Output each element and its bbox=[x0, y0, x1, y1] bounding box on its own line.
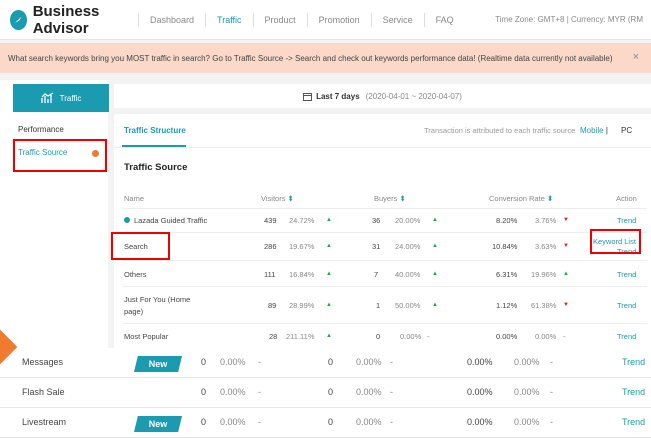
trend-link[interactable]: Trend bbox=[617, 332, 636, 341]
timezone-currency: Time Zone: GMT+8 | Currency: MYR (RM bbox=[495, 15, 643, 24]
trend-link[interactable]: Trend bbox=[617, 301, 636, 310]
nav-service[interactable]: Service bbox=[372, 0, 424, 40]
mobile-toggle[interactable]: Mobile | bbox=[580, 126, 608, 135]
zoomed-rows-overlay: Messages New 0 0.00% - 0 0.00% - 0.00% 0… bbox=[0, 348, 651, 438]
date-range: (2020-04-01 ~ 2020-04-07) bbox=[365, 91, 462, 101]
trend-link[interactable]: Trend bbox=[617, 216, 636, 225]
calendar-icon bbox=[303, 92, 313, 101]
trend-link[interactable]: Trend bbox=[622, 387, 645, 397]
row-name: Lazada Guided Traffic bbox=[134, 216, 208, 225]
tab-traffic-structure[interactable]: Traffic Structure bbox=[124, 126, 186, 135]
up-arrow-icon: ▲ bbox=[563, 271, 569, 277]
up-arrow-icon: ▲ bbox=[326, 333, 332, 339]
sidebar-header: Traffic bbox=[13, 84, 109, 112]
up-arrow-icon: ▲ bbox=[326, 302, 332, 308]
down-arrow-icon: ▼ bbox=[563, 302, 569, 308]
nav-product[interactable]: Product bbox=[254, 0, 307, 40]
new-badge: New bbox=[134, 416, 182, 432]
header-conversion-rate[interactable]: Conversion Rate ⬍ bbox=[489, 194, 553, 203]
row-name: Most Popular bbox=[124, 332, 169, 341]
table-row: Livestream New 0 0.00% - 0 0.00% - 0.00%… bbox=[0, 408, 651, 438]
main-nav: Dashboard Traffic Product Promotion Serv… bbox=[138, 0, 465, 40]
pc-toggle[interactable]: PC bbox=[621, 126, 632, 135]
row-name: Just For You (Home bbox=[124, 295, 191, 304]
up-arrow-icon: ▲ bbox=[326, 271, 332, 277]
nav-dashboard[interactable]: Dashboard bbox=[139, 0, 205, 40]
close-icon[interactable]: × bbox=[633, 51, 639, 63]
sidebar-title: Traffic bbox=[59, 93, 82, 103]
header-visitors[interactable]: Visitors ⬍ bbox=[261, 194, 294, 203]
sort-icon: ⬍ bbox=[546, 194, 554, 203]
down-arrow-icon: ▼ bbox=[563, 217, 569, 223]
trend-link[interactable]: Trend bbox=[622, 357, 645, 367]
sort-icon: ⬍ bbox=[287, 194, 294, 203]
highlight-box-keyword-list bbox=[590, 229, 641, 254]
header-buyers[interactable]: Buyers ⬍ bbox=[374, 194, 406, 203]
header-name: Name bbox=[124, 194, 145, 203]
up-arrow-icon: ▲ bbox=[432, 243, 438, 249]
nav-promotion[interactable]: Promotion bbox=[308, 0, 371, 40]
down-arrow-icon: ▼ bbox=[563, 243, 569, 249]
nav-traffic[interactable]: Traffic bbox=[206, 0, 253, 40]
sidebar-item-performance[interactable]: Performance bbox=[18, 125, 64, 134]
top-bar: Business Advisor Dashboard Traffic Produ… bbox=[0, 0, 651, 40]
trend-link[interactable]: Trend bbox=[622, 417, 645, 427]
banner-text: What search keywords bring you MOST traf… bbox=[8, 53, 613, 63]
section-title: Traffic Source bbox=[124, 162, 188, 173]
trend-chart-icon bbox=[40, 92, 53, 103]
up-arrow-icon: ▲ bbox=[326, 243, 332, 249]
logo[interactable]: Business Advisor bbox=[10, 3, 138, 37]
row-name: Others bbox=[124, 270, 147, 279]
nav-faq[interactable]: FAQ bbox=[425, 0, 465, 40]
date-label: Last 7 days bbox=[316, 91, 360, 101]
trend-link[interactable]: Trend bbox=[617, 270, 636, 279]
date-range-bar[interactable]: Last 7 days (2020-04-01 ~ 2020-04-07) bbox=[114, 84, 651, 108]
logo-icon bbox=[10, 9, 27, 30]
up-arrow-icon: ▲ bbox=[432, 217, 438, 223]
highlight-box-traffic-source bbox=[13, 139, 107, 172]
highlight-box-search bbox=[111, 232, 170, 260]
tab-underline bbox=[122, 145, 186, 147]
attribution-note: Transaction is attributed to each traffi… bbox=[424, 126, 576, 135]
row-name-line2: page) bbox=[124, 307, 144, 316]
status-dot bbox=[124, 217, 130, 223]
new-badge: New bbox=[134, 356, 182, 372]
sort-icon: ⬍ bbox=[399, 194, 406, 203]
up-arrow-icon: ▲ bbox=[432, 302, 438, 308]
tab-bar: Traffic Structure Transaction is attribu… bbox=[114, 114, 651, 148]
up-arrow-icon: ▲ bbox=[432, 271, 438, 277]
header-action: Action bbox=[616, 194, 637, 203]
app-title: Business Advisor bbox=[32, 2, 100, 37]
up-arrow-icon: ▲ bbox=[326, 217, 332, 223]
table-row: Flash Sale 0 0.00% - 0 0.00% - 0.00% 0.0… bbox=[0, 378, 651, 408]
table-row: Messages New 0 0.00% - 0 0.00% - 0.00% 0… bbox=[0, 348, 651, 378]
notice-banner: What search keywords bring you MOST traf… bbox=[0, 43, 651, 73]
